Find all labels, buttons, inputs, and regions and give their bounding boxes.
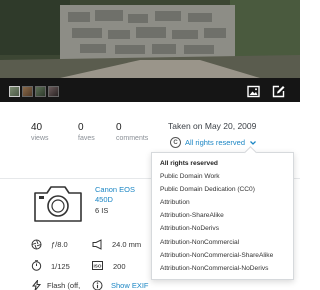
photo-viewer (0, 0, 300, 102)
iso-value: 200 (113, 262, 126, 271)
comments-stat: 0 comments (116, 122, 148, 142)
edit-icon[interactable] (272, 85, 285, 98)
thumbnail-strip (9, 86, 59, 97)
flash-icon (31, 280, 42, 290)
camera-model-link[interactable]: Canon EOS 450D (95, 185, 145, 205)
license-option-attribution-noncommercial[interactable]: Attribution-NonCommercial (152, 236, 293, 249)
views-label: views (31, 135, 49, 142)
camera-icon (34, 186, 82, 222)
thumbnail[interactable] (22, 86, 33, 97)
focal-length-icon (92, 239, 102, 250)
comments-count: 0 (116, 122, 122, 133)
thumbnail[interactable] (35, 86, 46, 97)
photo[interactable] (0, 0, 300, 78)
license-option-public-domain-work[interactable]: Public Domain Work (152, 170, 293, 183)
aperture-value: ƒ/8.0 (51, 240, 68, 249)
license-option-attribution[interactable]: Attribution (152, 196, 293, 209)
show-exif-link[interactable]: Show EXIF (111, 281, 149, 290)
iso-icon: ISO (92, 261, 103, 270)
copyright-icon: C (170, 137, 181, 148)
license-option-attribution-noderivs[interactable]: Attribution-NoDerivs (152, 222, 293, 235)
license-option-cc0[interactable]: Public Domain Dedication (CC0) (152, 183, 293, 196)
faves-label: faves (78, 135, 95, 142)
thumbnail[interactable] (9, 86, 20, 97)
comments-label: comments (116, 135, 149, 142)
svg-text:ISO: ISO (94, 264, 102, 269)
license-option-attribution-noncommercial-noderivs[interactable]: Attribution-NonCommercial-NoDerivs (152, 262, 293, 275)
faves-count: 0 (78, 122, 84, 133)
shutter-value: 1/125 (51, 262, 70, 271)
image-icon[interactable] (247, 85, 260, 98)
license-option-attribution-sharealike[interactable]: Attribution-ShareAlike (152, 209, 293, 222)
date-taken: Taken on May 20, 2009 (168, 121, 257, 131)
faves-stat: 0 faves (78, 122, 95, 142)
info-icon (92, 280, 103, 290)
flash-value: Flash (off, (47, 281, 81, 290)
aperture-icon (31, 239, 42, 250)
license-dropdown-menu: All rights reserved Public Domain Work P… (151, 152, 294, 280)
license-option-attribution-noncommercial-sharealike[interactable]: Attribution-NonCommercial-ShareAlike (152, 249, 293, 262)
license-link[interactable]: All rights reserved (185, 138, 245, 147)
license-selector[interactable]: C All rights reserved (170, 137, 257, 148)
shutter-icon (31, 260, 42, 271)
thumbnail[interactable] (48, 86, 59, 97)
license-option-all-rights-reserved[interactable]: All rights reserved (152, 157, 293, 170)
views-count: 40 (31, 122, 43, 133)
views-stat: 40 views (31, 122, 49, 142)
lens-model: 6 IS (95, 206, 109, 215)
focal-length-value: 24.0 mm (112, 240, 142, 249)
